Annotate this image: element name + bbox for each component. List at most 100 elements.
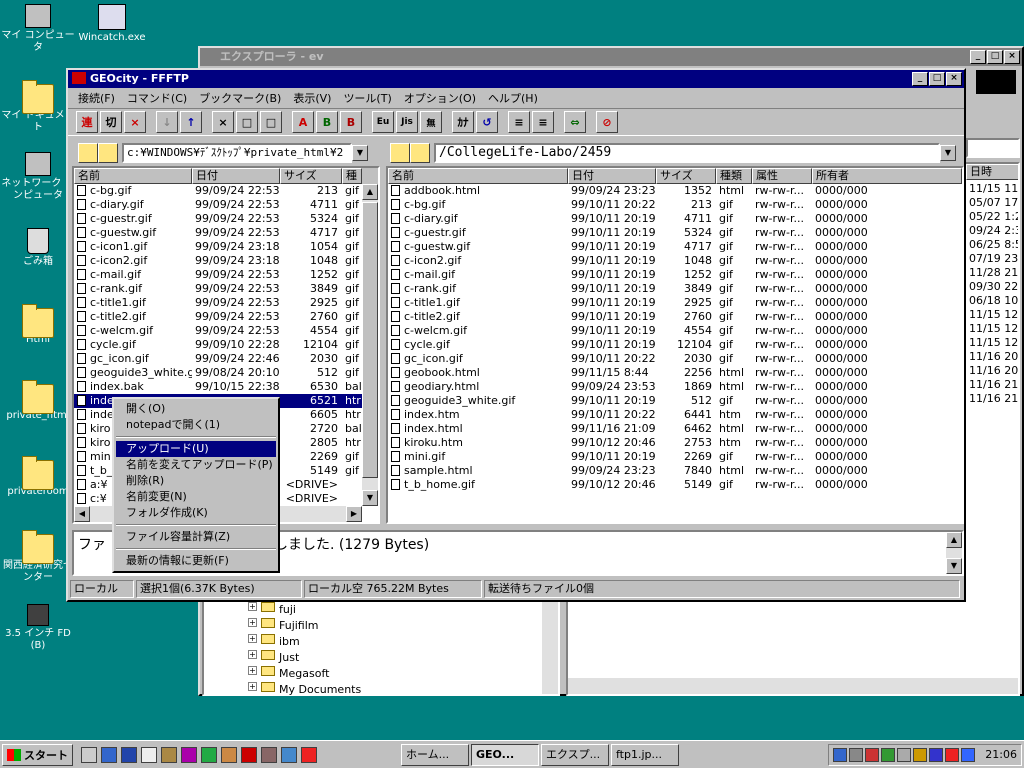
task-button-explorer[interactable]: エクスプ... <box>541 743 609 766</box>
remote-file-row[interactable]: index.html 99/11/16 21:09 6462 html rw-rw-r.… <box>388 422 962 436</box>
menu-bookmark[interactable]: ブックマーク(B) <box>193 90 287 106</box>
euc-button[interactable]: Eu <box>372 111 394 133</box>
column-header-attr[interactable]: 属性 <box>752 168 812 184</box>
scroll-down-arrow[interactable]: ▼ <box>362 490 378 506</box>
remote-file-row[interactable]: t_b_home.gif 99/10/12 20:46 5149 gif rw-rw-r… <box>388 478 962 492</box>
remote-file-row[interactable]: sample.html 99/09/24 23:23 7840 html rw-rw-r… <box>388 464 962 478</box>
column-header-date[interactable]: 日付 <box>568 168 656 184</box>
menu-view[interactable]: 表示(V) <box>287 90 337 106</box>
local-file-row[interactable]: c-rank.gif 99/09/24 22:53 3849 gif <box>74 282 378 296</box>
desktop-icon-html[interactable]: Html <box>0 302 76 346</box>
remote-path-input[interactable]: /CollegeLife-Labo/2459 <box>434 143 940 163</box>
up-folder-icon[interactable] <box>390 143 410 163</box>
maximize-button[interactable]: □ <box>987 50 1003 64</box>
volume-icon[interactable] <box>897 747 912 762</box>
desktop-icon-privateroom[interactable]: privateroom <box>0 454 76 498</box>
scroll-thumb[interactable] <box>362 202 378 478</box>
paint-icon[interactable] <box>221 746 237 763</box>
tray-icon[interactable] <box>881 747 896 762</box>
local-path-dropdown[interactable]: ▼ <box>352 145 368 161</box>
task-button-home[interactable]: ホーム... <box>401 743 469 766</box>
local-path-input[interactable]: c:¥WINDOWS¥ﾃﾞｽｸﾄｯﾌﾟ¥private_html¥2 <box>122 143 352 163</box>
tree-item[interactable]: + ibm <box>248 634 558 650</box>
desktop-icon-my-computer[interactable]: マイ コンピュータ <box>0 4 76 54</box>
binary-mode-button[interactable]: B <box>316 111 338 133</box>
remote-file-row[interactable]: c-diary.gif 99/10/11 20:19 4711 gif rw-rw-r.… <box>388 212 962 226</box>
menu-item-upload-as[interactable]: 名前を変えてアップロード(P) <box>116 457 276 473</box>
remote-file-row[interactable]: gc_icon.gif 99/10/11 20:22 2030 gif rw-rw-r.… <box>388 352 962 366</box>
remote-file-row[interactable]: c-mail.gif 99/10/11 20:19 1252 gif rw-rw-r..… <box>388 268 962 282</box>
menu-item-refresh[interactable]: 最新の情報に更新(F) <box>116 553 276 569</box>
local-file-row[interactable]: c-mail.gif 99/09/24 22:53 1252 gif <box>74 268 378 282</box>
menu-command[interactable]: コマンド(C) <box>121 90 193 106</box>
local-file-row[interactable]: geoguide3_white.gif 99/08/24 20:10 512 gif <box>74 366 378 380</box>
show-desktop-icon[interactable] <box>81 746 97 763</box>
desktop-icon-kansai[interactable]: 関西経済研究センター <box>0 528 76 584</box>
stop-button[interactable]: ⊘ <box>596 111 618 133</box>
desktop-icon-wincatch[interactable]: Wincatch.exe <box>74 4 150 44</box>
task-button-ftp1[interactable]: ftp1.jp... <box>611 743 679 766</box>
close-button[interactable]: × <box>946 72 962 86</box>
tree-item[interactable]: + Fujifilm <box>248 618 558 634</box>
tool-icon[interactable] <box>261 746 277 763</box>
local-file-row[interactable]: c-guestw.gif 99/09/24 22:53 4717 gif <box>74 226 378 240</box>
download-button[interactable]: ↓ <box>156 111 178 133</box>
word-icon[interactable] <box>121 746 137 763</box>
local-file-row[interactable]: c-icon1.gif 99/09/24 23:18 1054 gif <box>74 240 378 254</box>
jis-button[interactable]: Jis <box>396 111 418 133</box>
connect-button[interactable]: 連 <box>76 111 98 133</box>
scroll-down-arrow[interactable]: ▼ <box>946 558 962 574</box>
remote-file-row[interactable]: geodiary.html 99/09/24 23:53 1869 html rw-rw… <box>388 380 962 394</box>
scroll-up-arrow[interactable]: ▲ <box>946 532 962 548</box>
column-header-type[interactable]: 種類 <box>716 168 752 184</box>
tray-icon[interactable] <box>961 747 976 762</box>
local-file-row[interactable]: c-diary.gif 99/09/24 22:53 4711 gif <box>74 198 378 212</box>
close-button[interactable]: × <box>1004 50 1020 64</box>
disconnect-button[interactable]: × <box>124 111 146 133</box>
column-header-size[interactable]: サイズ <box>280 168 342 184</box>
local-file-row[interactable]: index.bak 99/10/15 22:38 6530 bal <box>74 380 378 394</box>
column-header-type[interactable]: 種 <box>342 168 362 184</box>
local-file-row[interactable]: c-icon2.gif 99/09/24 23:18 1048 gif <box>74 254 378 268</box>
remote-file-row[interactable]: c-guestr.gif 99/10/11 20:19 5324 gif rw-rw-r… <box>388 226 962 240</box>
quick-connect-button[interactable]: 切 <box>100 111 122 133</box>
menu-item-mkdir[interactable]: フォルダ作成(K) <box>116 505 276 521</box>
column-header-date[interactable]: 日付 <box>192 168 280 184</box>
refresh-button[interactable]: ↺ <box>476 111 498 133</box>
menu-item-open-notepad[interactable]: notepadで開く(1) <box>116 417 276 433</box>
column-header-date[interactable]: 日時 <box>966 164 1018 180</box>
open-folder-icon[interactable] <box>410 143 430 163</box>
detail-view-button[interactable]: ≡ <box>532 111 554 133</box>
tree-item[interactable]: + fuji <box>248 602 558 618</box>
minimize-button[interactable]: _ <box>970 50 986 64</box>
column-header-name[interactable]: 名前 <box>388 168 568 184</box>
column-header-name[interactable]: 名前 <box>74 168 192 184</box>
tree-scrollbar[interactable] <box>542 590 558 694</box>
tree-item[interactable]: + Just <box>248 650 558 666</box>
mkdir-button[interactable]: □ <box>260 111 282 133</box>
internet-explorer-icon[interactable] <box>101 746 117 763</box>
tray-icon[interactable] <box>833 747 848 762</box>
tray-icon[interactable] <box>913 747 928 762</box>
no-convert-button[interactable]: 無 <box>420 111 442 133</box>
menu-help[interactable]: ヘルプ(H) <box>482 90 544 106</box>
delete-button[interactable]: × <box>212 111 234 133</box>
menu-item-delete[interactable]: 削除(R) <box>116 473 276 489</box>
clock[interactable]: 21:06 <box>985 748 1017 761</box>
rename-button[interactable]: □ <box>236 111 258 133</box>
remote-file-row[interactable]: mini.gif 99/10/11 20:19 2269 gif rw-rw-r... 0… <box>388 450 962 464</box>
excel-icon[interactable] <box>201 746 217 763</box>
desktop-icon-my-documents[interactable]: マイ ドキュメント <box>0 78 76 134</box>
tray-icon[interactable] <box>849 747 864 762</box>
local-file-row[interactable]: c-guestr.gif 99/09/24 22:53 5324 gif <box>74 212 378 226</box>
settings-icon[interactable] <box>161 746 177 763</box>
flag-icon[interactable] <box>301 746 317 763</box>
desktop-icon-network[interactable]: ネットワーク コンピュータ <box>0 152 76 202</box>
auto-mode-button[interactable]: B <box>340 111 362 133</box>
tray-icon[interactable] <box>865 747 880 762</box>
remote-file-row[interactable]: c-welcm.gif 99/10/11 20:19 4554 gif rw-rw-r.… <box>388 324 962 338</box>
log-scrollbar[interactable]: ▲ ▼ <box>946 532 962 574</box>
local-file-row[interactable]: cycle.gif 99/09/10 22:28 12104 gif <box>74 338 378 352</box>
remote-file-row[interactable]: c-title1.gif 99/10/11 20:19 2925 gif rw-rw-r… <box>388 296 962 310</box>
open-folder-icon[interactable] <box>98 143 118 163</box>
